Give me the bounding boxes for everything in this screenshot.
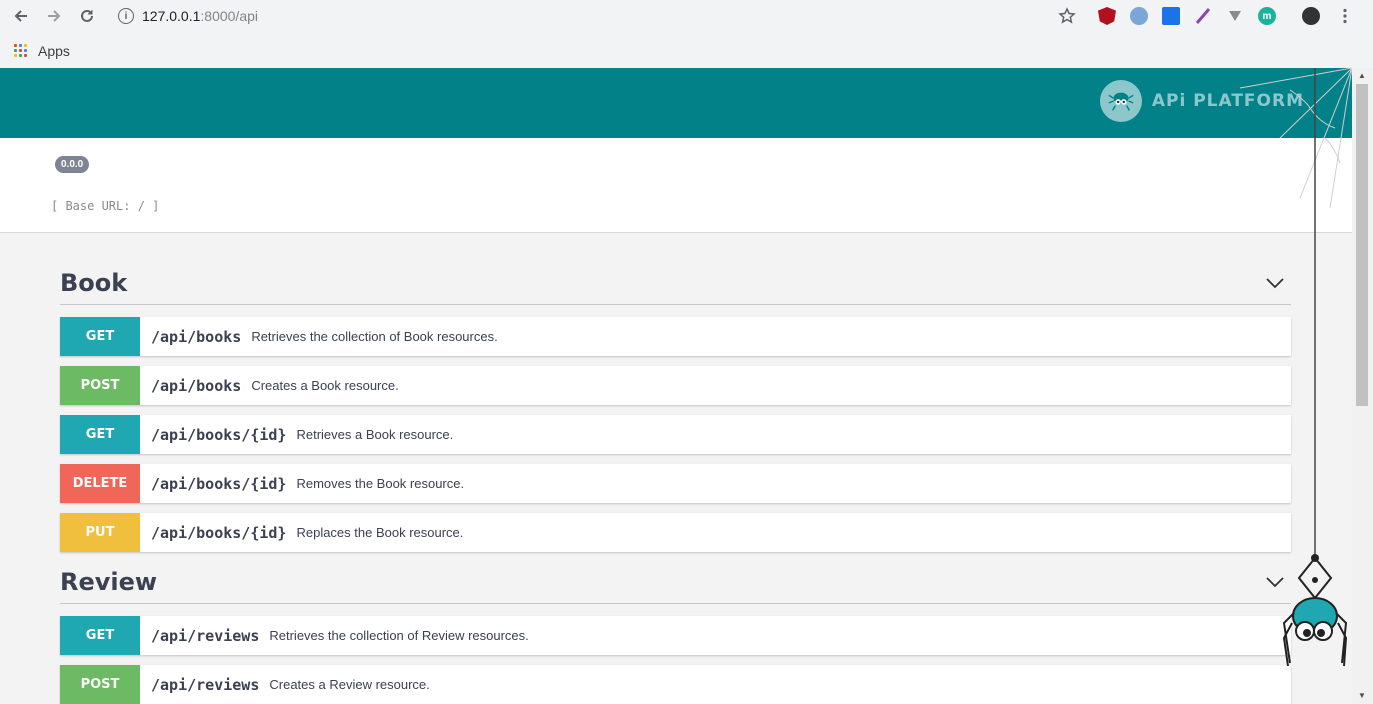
operation-path: /api/reviews xyxy=(151,675,260,694)
back-icon[interactable] xyxy=(10,5,32,27)
method-badge: POST xyxy=(60,366,140,405)
method-badge: PUT xyxy=(60,513,140,552)
ext-m-icon[interactable]: m xyxy=(1258,7,1276,25)
page-scrollbar[interactable]: ▲ ▼ xyxy=(1352,68,1373,704)
operation-path: /api/books/{id} xyxy=(151,425,287,444)
operation-path: /api/books xyxy=(151,327,242,346)
apps-grid-icon[interactable] xyxy=(14,43,28,58)
ext-tower-icon[interactable] xyxy=(1162,7,1180,25)
operations-list: Book GET /api/books Retrieves the collec… xyxy=(0,233,1352,704)
chevron-down-icon[interactable] xyxy=(1265,273,1285,293)
page: APi PLATFORM 0.0.0 [ Base URL: / ] Book … xyxy=(0,68,1352,704)
operation-summary: Replaces the Book resource. xyxy=(296,525,464,540)
operation-get-reviews[interactable]: GET /api/reviews Retrieves the collectio… xyxy=(60,616,1291,655)
method-badge: POST xyxy=(60,665,140,704)
version-badge: 0.0.0 xyxy=(55,156,90,173)
forward-icon[interactable] xyxy=(43,5,65,27)
operation-post-reviews[interactable]: POST /api/reviews Creates a Review resou… xyxy=(60,665,1291,704)
scroll-thumb[interactable] xyxy=(1356,84,1368,406)
tag-title: Review xyxy=(60,568,158,596)
tag-title: Book xyxy=(60,269,128,297)
operation-get-books[interactable]: GET /api/books Retrieves the collection … xyxy=(60,317,1291,356)
ublock-icon[interactable] xyxy=(1098,7,1116,25)
operation-path: /api/books/{id} xyxy=(151,523,287,542)
method-badge: GET xyxy=(60,415,140,454)
operation-summary: Creates a Review resource. xyxy=(269,677,430,692)
url-path: :8000/api xyxy=(200,8,258,24)
operation-path: /api/reviews xyxy=(151,626,260,645)
operation-post-books[interactable]: POST /api/books Creates a Book resource. xyxy=(60,366,1291,405)
scroll-up-icon[interactable]: ▲ xyxy=(1358,71,1366,80)
ext-v-icon[interactable] xyxy=(1226,7,1244,25)
bookmarks-bar: Apps xyxy=(0,33,1373,68)
method-badge: GET xyxy=(60,317,140,356)
operation-delete-book[interactable]: DELETE /api/books/{id} Removes the Book … xyxy=(60,464,1291,503)
url-host: 127.0.0.1 xyxy=(142,8,201,24)
scroll-down-icon[interactable]: ▼ xyxy=(1358,691,1366,700)
ext-circle-icon[interactable] xyxy=(1130,7,1148,25)
spider-logo-icon xyxy=(1099,80,1142,122)
operation-path: /api/books/{id} xyxy=(151,474,287,493)
apps-bookmark[interactable]: Apps xyxy=(38,43,70,59)
operation-summary: Retrieves the collection of Review resou… xyxy=(269,628,529,643)
chevron-down-icon[interactable] xyxy=(1265,572,1285,592)
tag-review[interactable]: Review xyxy=(60,564,1291,604)
browser-chrome: i 127.0.0.1:8000/api m Apps xyxy=(0,0,1373,68)
operation-path: /api/books xyxy=(151,376,242,395)
browser-toolbar: i 127.0.0.1:8000/api m xyxy=(0,0,1373,33)
tag-book[interactable]: Book xyxy=(60,265,1291,305)
operation-put-book[interactable]: PUT /api/books/{id} Replaces the Book re… xyxy=(60,513,1291,552)
method-badge: GET xyxy=(60,616,140,655)
bookmark-star-icon[interactable] xyxy=(1056,5,1078,27)
operation-summary: Retrieves the collection of Book resourc… xyxy=(251,329,498,344)
profile-avatar[interactable] xyxy=(1302,7,1320,25)
ext-feather-icon[interactable] xyxy=(1194,7,1212,25)
site-info-icon[interactable]: i xyxy=(118,8,134,24)
base-url: [ Base URL: / ] xyxy=(51,199,160,213)
spider-web-icon xyxy=(1240,68,1352,208)
api-info: 0.0.0 [ Base URL: / ] xyxy=(0,138,1352,233)
operation-summary: Creates a Book resource. xyxy=(251,378,399,393)
reload-icon[interactable] xyxy=(76,5,98,27)
api-platform-header: APi PLATFORM xyxy=(0,68,1352,138)
operation-summary: Retrieves a Book resource. xyxy=(296,427,454,442)
operation-get-book[interactable]: GET /api/books/{id} Retrieves a Book res… xyxy=(60,415,1291,454)
address-bar[interactable]: i 127.0.0.1:8000/api xyxy=(118,6,258,26)
menu-dots-icon[interactable] xyxy=(1334,5,1356,27)
operation-summary: Removes the Book resource. xyxy=(296,476,465,491)
method-badge: DELETE xyxy=(60,464,140,503)
